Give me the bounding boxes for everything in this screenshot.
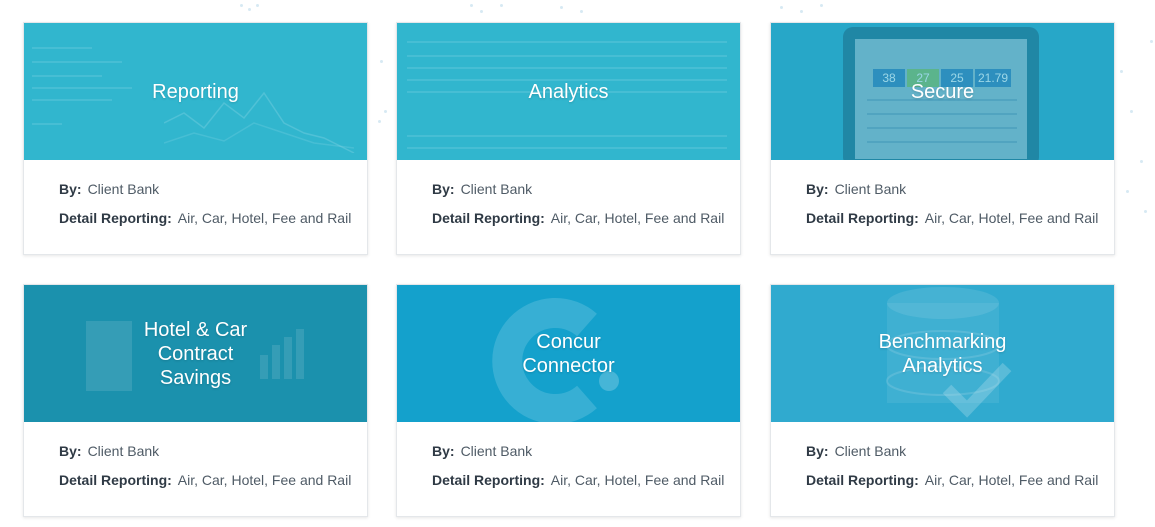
- product-card-hotel-car-contract-savings[interactable]: Hotel & Car Contract Savings By: Client B…: [23, 284, 368, 517]
- product-card-concur-connector[interactable]: Concur Connector By: Client Bank Detail R…: [396, 284, 741, 517]
- card-title: Benchmarking Analytics: [878, 330, 1007, 377]
- by-value: Client Bank: [460, 181, 533, 197]
- product-card-analytics[interactable]: Analytics By: Client Bank Detail Reportin…: [396, 22, 741, 255]
- card-thumbnail: Hotel & Car Contract Savings: [24, 285, 367, 422]
- by-label: By:: [806, 443, 829, 459]
- detail-reporting-value: Air, Car, Hotel, Fee and Rail: [550, 472, 725, 488]
- card-title: Hotel & Car Contract Savings: [143, 318, 248, 389]
- card-title: Analytics: [528, 80, 609, 103]
- by-label: By:: [432, 181, 455, 197]
- by-value: Client Bank: [87, 181, 160, 197]
- card-title: Concur Connector: [522, 330, 615, 377]
- card-thumbnail: Reporting: [24, 23, 367, 160]
- product-card-secure[interactable]: 38 27 25 21.79 Secure By: Client Bank Det…: [770, 22, 1115, 255]
- by-value: Client Bank: [87, 443, 160, 459]
- by-label: By:: [432, 443, 455, 459]
- detail-reporting-label: Detail Reporting:: [806, 210, 919, 226]
- by-value: Client Bank: [834, 181, 907, 197]
- by-value: Client Bank: [834, 443, 907, 459]
- detail-reporting-value: Air, Car, Hotel, Fee and Rail: [177, 472, 352, 488]
- by-label: By:: [59, 443, 82, 459]
- detail-reporting-label: Detail Reporting:: [806, 472, 919, 488]
- by-label: By:: [59, 181, 82, 197]
- detail-reporting-value: Air, Car, Hotel, Fee and Rail: [924, 472, 1099, 488]
- detail-reporting-value: Air, Car, Hotel, Fee and Rail: [550, 210, 725, 226]
- card-title: Secure: [910, 80, 975, 103]
- product-card-reporting[interactable]: Reporting By: Client Bank Detail Reportin…: [23, 22, 368, 255]
- by-label: By:: [806, 181, 829, 197]
- detail-reporting-label: Detail Reporting:: [432, 472, 545, 488]
- detail-reporting-value: Air, Car, Hotel, Fee and Rail: [177, 210, 352, 226]
- detail-reporting-value: Air, Car, Hotel, Fee and Rail: [924, 210, 1099, 226]
- detail-reporting-label: Detail Reporting:: [59, 210, 172, 226]
- card-title: Reporting: [152, 80, 239, 103]
- card-thumbnail: Benchmarking Analytics: [771, 285, 1114, 422]
- detail-reporting-label: Detail Reporting:: [59, 472, 172, 488]
- card-thumbnail: Analytics: [397, 23, 740, 160]
- card-thumbnail: Concur Connector: [397, 285, 740, 422]
- detail-reporting-label: Detail Reporting:: [432, 210, 545, 226]
- by-value: Client Bank: [460, 443, 533, 459]
- product-card-benchmarking-analytics[interactable]: Benchmarking Analytics By: Client Bank De…: [770, 284, 1115, 517]
- card-thumbnail: 38 27 25 21.79 Secure: [771, 23, 1114, 160]
